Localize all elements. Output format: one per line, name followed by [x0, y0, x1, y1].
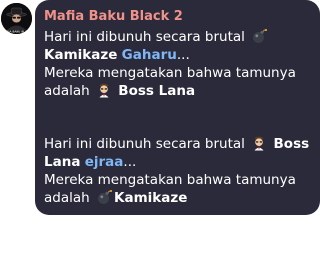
player-link[interactable]: Gaharu	[122, 47, 177, 63]
message-line: Hari ini dibunuh secara brutal Boss	[44, 135, 309, 153]
message-line: adalah Boss Lana	[44, 82, 296, 100]
sender-name[interactable]: Mafia Baku Black 2	[44, 9, 183, 24]
message-text: adalah	[44, 83, 90, 99]
message-part-2: Hari ini dibunuh secara brutal Boss Lana…	[44, 135, 309, 207]
message-text: Mereka mengatakan bahwa tamunya	[44, 172, 296, 188]
role-name: Kamikaze	[114, 190, 188, 206]
role-name: Kamikaze	[44, 47, 118, 63]
message-line: Kamikaze Gaharu...	[44, 46, 296, 64]
bomb-icon	[251, 28, 268, 44]
avatar[interactable]: MAFIA BAKU BLACK	[1, 3, 32, 34]
ellipsis: ...	[176, 47, 190, 63]
role-name: Lana	[44, 154, 81, 170]
message-part-1: Hari ini dibunuh secara brutal Kamikaze …	[44, 28, 296, 100]
message-line: adalah Kamikaze	[44, 189, 309, 207]
message-line: Mereka mengatakan bahwa tamunya	[44, 64, 296, 82]
message-text: Hari ini dibunuh secara brutal	[44, 136, 245, 152]
message-line: Lana ejraa...	[44, 153, 309, 171]
player-link[interactable]: ejraa	[85, 154, 124, 170]
message-line: Hari ini dibunuh secara brutal	[44, 28, 296, 46]
message-bubble[interactable]: Mafia Baku Black 2 Hari ini dibunuh seca…	[35, 0, 320, 215]
bomb-icon	[96, 189, 112, 205]
role-name: Boss	[273, 136, 310, 152]
role-name: Boss Lana	[118, 83, 196, 99]
message-text: Mereka mengatakan bahwa tamunya	[44, 65, 296, 81]
message-text: adalah	[44, 190, 90, 206]
boss-icon	[251, 135, 267, 151]
boss-icon	[96, 82, 112, 98]
message-text: Hari ini dibunuh secara brutal	[44, 29, 245, 45]
message-line: Mereka mengatakan bahwa tamunya	[44, 171, 309, 189]
avatar-mafia-image: MAFIA BAKU BLACK	[1, 3, 32, 34]
ellipsis: ...	[123, 154, 137, 170]
svg-text:MAFIA BAKU BLACK: MAFIA BAKU BLACK	[2, 30, 32, 34]
